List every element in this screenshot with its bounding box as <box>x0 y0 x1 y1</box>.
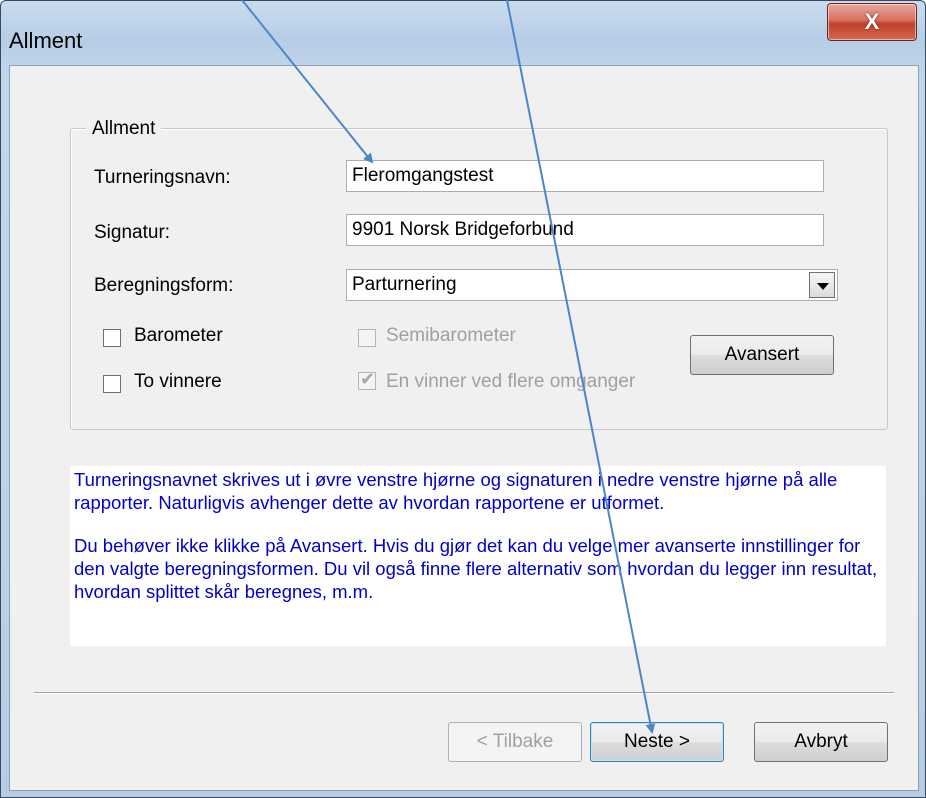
barometer-checkbox[interactable] <box>103 329 121 347</box>
cancel-button[interactable]: Avbryt <box>754 722 888 762</box>
checkmark-icon: ✔ <box>360 369 376 389</box>
close-button[interactable]: X <box>827 3 917 41</box>
window-title: Allment <box>9 28 83 53</box>
signature-label: Signatur: <box>94 222 171 243</box>
barometer-label: Barometer <box>134 325 223 346</box>
one-winner-multi-checkbox[interactable]: ✔ <box>358 369 376 390</box>
groupbox-legend: Allment <box>86 118 162 140</box>
close-icon: X <box>864 9 880 34</box>
info-text-box: Turneringsnavnet skrives ut i øvre venst… <box>70 466 886 646</box>
tournament-name-input[interactable]: Fleromgangstest <box>346 160 824 192</box>
calc-form-label: Beregningsform: <box>94 275 234 296</box>
calc-form-value: Parturnering <box>352 274 457 295</box>
semibarometer-checkbox[interactable] <box>358 329 376 347</box>
title-bar[interactable]: Allment X <box>1 1 925 65</box>
semibarometer-label: Semibarometer <box>386 325 516 346</box>
two-winners-label: To vinnere <box>134 371 222 392</box>
tournament-name-label: Turneringsnavn: <box>94 167 231 188</box>
one-winner-multi-label: En vinner ved flere omganger <box>386 371 636 392</box>
dialog-client-area: Allment Turneringsnavn: Fleromgangstest … <box>9 65 919 791</box>
calc-form-select[interactable]: Parturnering <box>346 269 838 301</box>
next-button[interactable]: Neste > <box>590 722 724 762</box>
back-button[interactable]: < Tilbake <box>448 722 582 762</box>
info-paragraph: Turneringsnavnet skrives ut i øvre venst… <box>74 469 838 513</box>
signature-input[interactable]: 9901 Norsk Bridgeforbund <box>346 214 824 246</box>
dialog-window: Allment X Allment Turneringsnavn: Flerom… <box>0 0 926 798</box>
footer-separator <box>34 692 894 694</box>
info-paragraph: Du behøver ikke klikke på Avansert. Hvis… <box>74 535 878 602</box>
advanced-button[interactable]: Avansert <box>690 335 834 375</box>
two-winners-checkbox[interactable] <box>103 375 121 393</box>
chevron-down-icon[interactable] <box>809 272 835 298</box>
